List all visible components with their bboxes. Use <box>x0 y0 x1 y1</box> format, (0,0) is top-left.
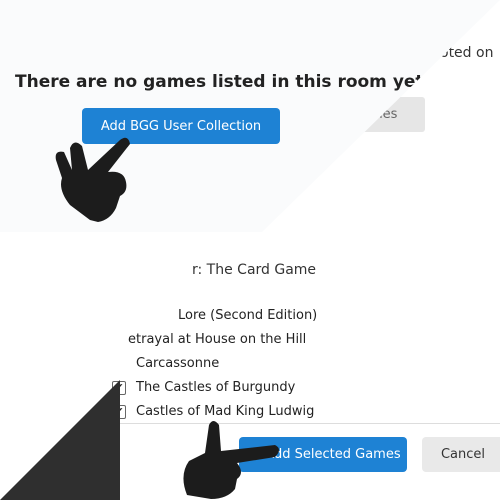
modal-footer: Add Selected Games Cancel <box>99 423 500 488</box>
empty-room-headline: There are no games listed in this room y… <box>15 72 431 92</box>
hand-pointer-icon <box>183 421 279 499</box>
game-item-label: The Castles of Burgundy <box>136 380 296 395</box>
partial-game-title: r: The Card Game <box>192 262 317 278</box>
game-item-betrayal[interactable]: etrayal at House on the Hill <box>128 332 306 347</box>
game-item-label: Lore (Second Edition) <box>178 308 318 323</box>
game-item-lore[interactable]: Lore (Second Edition) <box>178 308 317 323</box>
hand-pointer-icon <box>55 137 130 222</box>
add-selected-games-label: Add Selected Games <box>265 447 401 462</box>
game-item-castles-burgundy[interactable]: ✔ The Castles of Burgundy <box>112 380 295 395</box>
game-item-label: Carcassonne <box>136 356 220 371</box>
game-item-label: etrayal at House on the Hill <box>128 332 307 347</box>
game-item-carcassonne[interactable]: Carcassonne <box>112 356 219 371</box>
cancel-button[interactable]: Cancel <box>422 437 500 472</box>
checkbox-unchecked-icon[interactable] <box>112 356 126 371</box>
